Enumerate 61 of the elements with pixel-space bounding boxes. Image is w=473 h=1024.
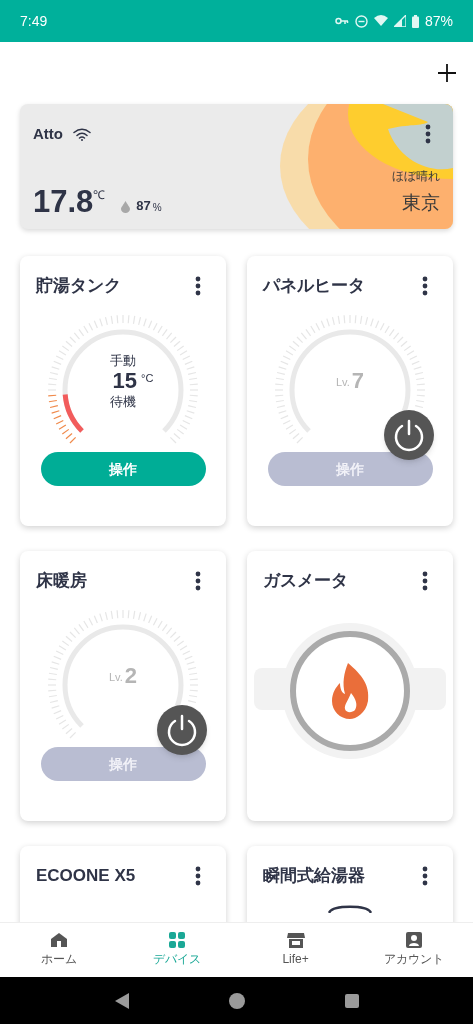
more-vertical-icon (195, 276, 201, 296)
device-card[interactable]: ECOONE X5 (20, 846, 226, 922)
weather-card[interactable]: Atto 17.8℃ 87% ほぼ晴れ 東京 (20, 104, 453, 229)
humidity-value: 87 (136, 196, 151, 215)
device-card[interactable]: ガスメータ (247, 551, 453, 821)
grid-icon (169, 932, 186, 948)
temperature-unit: ℃ (93, 187, 106, 202)
store-icon (286, 932, 305, 948)
status-label: 待機 (110, 393, 136, 411)
power-button[interactable] (384, 410, 434, 460)
level-value: 2 (124, 665, 138, 687)
wifi-icon (373, 15, 388, 27)
level-value: 7 (351, 370, 365, 392)
key-icon (334, 17, 349, 25)
location-name: Atto (33, 123, 63, 144)
temperature-value: 15 (112, 370, 138, 392)
signal-icon (393, 15, 406, 27)
status-time: 7:49 (20, 11, 48, 31)
device-name: ECOONE X5 (36, 865, 136, 888)
city-name: 東京 (402, 190, 440, 215)
nav-tab[interactable]: Life+ (236, 923, 355, 977)
device-name: ガスメータ (263, 570, 348, 593)
more-vertical-icon (422, 866, 428, 886)
weather-condition: ほぼ晴れ (392, 167, 440, 185)
do-not-disturb-icon (354, 14, 368, 28)
wifi-icon (73, 127, 91, 141)
level-prefix: Lv. (108, 669, 123, 685)
humidity-icon (121, 201, 131, 213)
plus-icon (438, 64, 456, 82)
home-icon (50, 932, 69, 948)
power-button[interactable] (157, 705, 207, 755)
power-icon (392, 418, 426, 452)
more-vertical-icon (195, 866, 201, 886)
nav-tab[interactable]: ホーム (0, 923, 119, 977)
gauge-level-arc (62, 394, 84, 433)
more-vertical-icon (195, 571, 201, 591)
device-name: 瞬間式給湯器 (263, 865, 365, 888)
back-icon[interactable] (114, 992, 129, 1009)
home-button-icon[interactable] (228, 992, 245, 1009)
power-icon (165, 713, 199, 747)
more-vertical-icon (425, 124, 431, 144)
level-prefix: Lv. (335, 374, 350, 390)
account-icon (405, 932, 422, 948)
more-vertical-icon (422, 571, 428, 591)
battery-icon (411, 14, 419, 28)
battery-percent: 87% (424, 11, 453, 31)
mode-label: 手動 (110, 351, 136, 370)
temperature-unit: °C (141, 371, 154, 386)
nav-tab[interactable]: アカウント (354, 923, 473, 977)
device-card[interactable]: 床暖房 Lv.2 操作 (20, 551, 226, 821)
device-card[interactable]: 瞬間式給湯器 (247, 846, 453, 922)
device-name: パネルヒータ (263, 275, 365, 298)
device-card[interactable]: パネルヒータ Lv.7 操作 (247, 256, 453, 526)
device-name: 床暖房 (36, 570, 87, 593)
humidity-unit: % (152, 201, 162, 215)
add-button[interactable] (435, 61, 459, 85)
temperature-value: 17.8 (33, 186, 94, 217)
more-vertical-icon (422, 276, 428, 296)
recents-icon[interactable] (344, 993, 359, 1008)
dial-drawing (328, 904, 372, 913)
device-name: 貯湯タンク (36, 275, 121, 298)
